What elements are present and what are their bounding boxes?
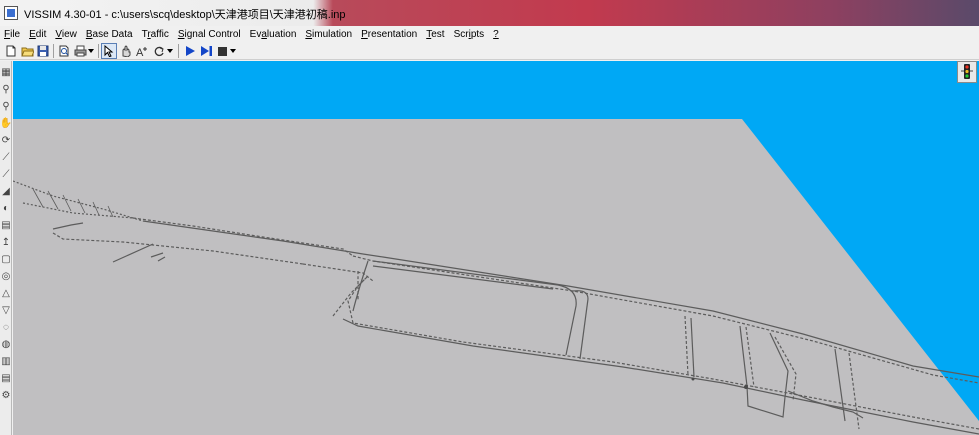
signal-control-button[interactable] bbox=[957, 61, 977, 83]
menu-traffic[interactable]: Traffic bbox=[142, 29, 169, 40]
network-viewport[interactable] bbox=[13, 61, 979, 435]
travel-time-icon[interactable]: ◍ bbox=[0, 337, 12, 351]
signal-head-icon[interactable]: ↥ bbox=[0, 235, 12, 249]
stop-sign-icon[interactable]: ▤ bbox=[0, 218, 12, 232]
node-marker bbox=[691, 377, 695, 381]
rotate-dropdown-icon[interactable] bbox=[166, 43, 174, 59]
traffic-light-icon bbox=[961, 64, 973, 79]
open-folder-icon[interactable] bbox=[19, 43, 35, 59]
svg-text:A: A bbox=[136, 47, 144, 57]
menu-scripts[interactable]: Scripts bbox=[454, 29, 485, 40]
step-simulation-icon[interactable] bbox=[198, 43, 214, 59]
toolbar: A bbox=[0, 42, 979, 60]
select-pointer-icon[interactable] bbox=[101, 43, 117, 59]
vehicle-input-icon[interactable]: ⟋ bbox=[0, 167, 12, 181]
network-3d-view[interactable] bbox=[13, 61, 979, 435]
routing-icon[interactable]: ◢ bbox=[0, 184, 12, 198]
print-icon[interactable] bbox=[72, 43, 88, 59]
zoom-in-icon[interactable]: ⚲ bbox=[0, 82, 12, 96]
link-tool-icon[interactable]: ⟋ bbox=[0, 150, 12, 164]
menu-view[interactable]: View bbox=[55, 29, 77, 40]
new-file-icon[interactable] bbox=[3, 43, 19, 59]
menu-help[interactable]: ? bbox=[493, 29, 499, 40]
pedestrian-icon[interactable]: ▤ bbox=[0, 371, 12, 385]
simulation-dropdown-icon[interactable] bbox=[229, 43, 237, 59]
save-icon[interactable] bbox=[35, 43, 51, 59]
node-icon[interactable]: ▽ bbox=[0, 303, 12, 317]
detector-icon[interactable]: ▢ bbox=[0, 252, 12, 266]
menu-test[interactable]: Test bbox=[426, 29, 444, 40]
menu-bar: File Edit View Base Data Traffic Signal Contr… bbox=[0, 26, 979, 42]
menu-file[interactable]: File bbox=[4, 29, 20, 40]
hand-pan-icon[interactable]: ✋ bbox=[0, 116, 12, 130]
vissim-window: VISSIM 4.30-01 - c:\users\scq\desktop\天津… bbox=[0, 0, 979, 435]
text-label-icon[interactable]: A bbox=[134, 43, 150, 59]
parking-icon[interactable]: △ bbox=[0, 286, 12, 300]
zoom-window-icon[interactable]: ▦ bbox=[0, 65, 12, 79]
window-title: VISSIM 4.30-01 - c:\users\scq\desktop\天津… bbox=[24, 9, 346, 21]
print-dropdown-icon[interactable] bbox=[87, 43, 95, 59]
app-icon bbox=[4, 6, 18, 20]
run-simulation-icon[interactable] bbox=[182, 43, 198, 59]
title-bar[interactable]: VISSIM 4.30-01 - c:\users\scq\desktop\天津… bbox=[0, 0, 979, 26]
queue-counter-icon[interactable]: ▥ bbox=[0, 354, 12, 368]
bus-stop-icon[interactable]: ◎ bbox=[0, 269, 12, 283]
menu-presentation[interactable]: Presentation bbox=[361, 29, 417, 40]
menu-edit[interactable]: Edit bbox=[29, 29, 46, 40]
tool-palette: ▦ ⚲ ⚲ ✋ ⟳ ⟋ ⟋ ◢ ◐ ▤ ↥ ▢ ◎ △ ▽ ◌ ◍ ▥ ▤ ⚙ bbox=[0, 61, 12, 435]
menu-signal-control[interactable]: Signal Control bbox=[178, 29, 241, 40]
rotate-icon[interactable] bbox=[151, 43, 167, 59]
pan-hand-icon[interactable] bbox=[118, 43, 134, 59]
zoom-out-icon[interactable]: ⚲ bbox=[0, 99, 12, 113]
menu-simulation[interactable]: Simulation bbox=[305, 29, 352, 40]
priority-rule-icon[interactable]: ◐ bbox=[0, 201, 12, 215]
menu-evaluation[interactable]: Evaluation bbox=[250, 29, 297, 40]
transit-line-icon[interactable]: ⚙ bbox=[0, 388, 12, 402]
menu-base-data[interactable]: Base Data bbox=[86, 29, 133, 40]
stop-simulation-icon[interactable] bbox=[214, 43, 230, 59]
print-preview-icon[interactable] bbox=[56, 43, 72, 59]
rotate-view-icon[interactable]: ⟳ bbox=[0, 133, 12, 147]
node-marker bbox=[744, 385, 748, 389]
data-collection-icon[interactable]: ◌ bbox=[0, 320, 12, 334]
